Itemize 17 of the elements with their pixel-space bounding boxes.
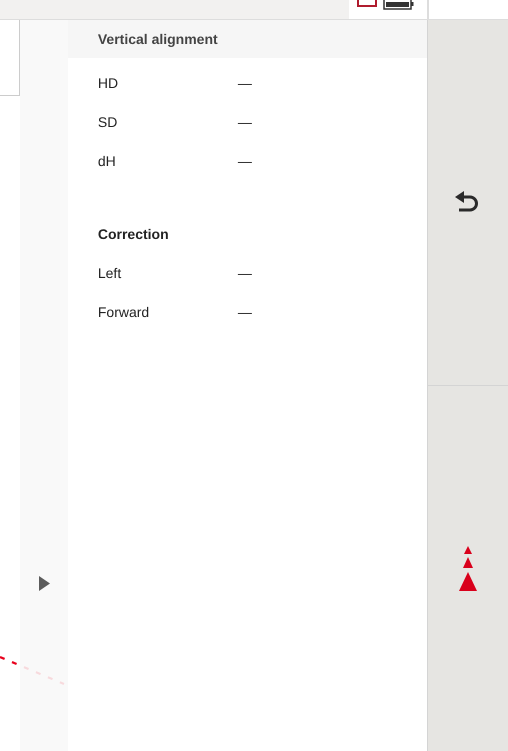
row-value: — [238,152,252,168]
triangles-icon [459,546,478,591]
row-label: Left [98,264,122,280]
battery-icon [383,0,414,10]
panel-title: Vertical alignment [68,20,428,58]
row-value: — [238,304,252,320]
row-value: — [238,74,252,90]
row-value: — [238,114,252,130]
row-label: HD [98,74,120,90]
row-label: Forward [98,304,150,320]
section-title: Correction [98,224,170,244]
box-icon [357,0,377,7]
row-value: — [238,264,252,280]
row-label: dH [98,152,117,168]
triangle-right-icon [38,576,50,591]
row-label: SD [98,114,118,130]
expand-button[interactable] [38,576,50,592]
